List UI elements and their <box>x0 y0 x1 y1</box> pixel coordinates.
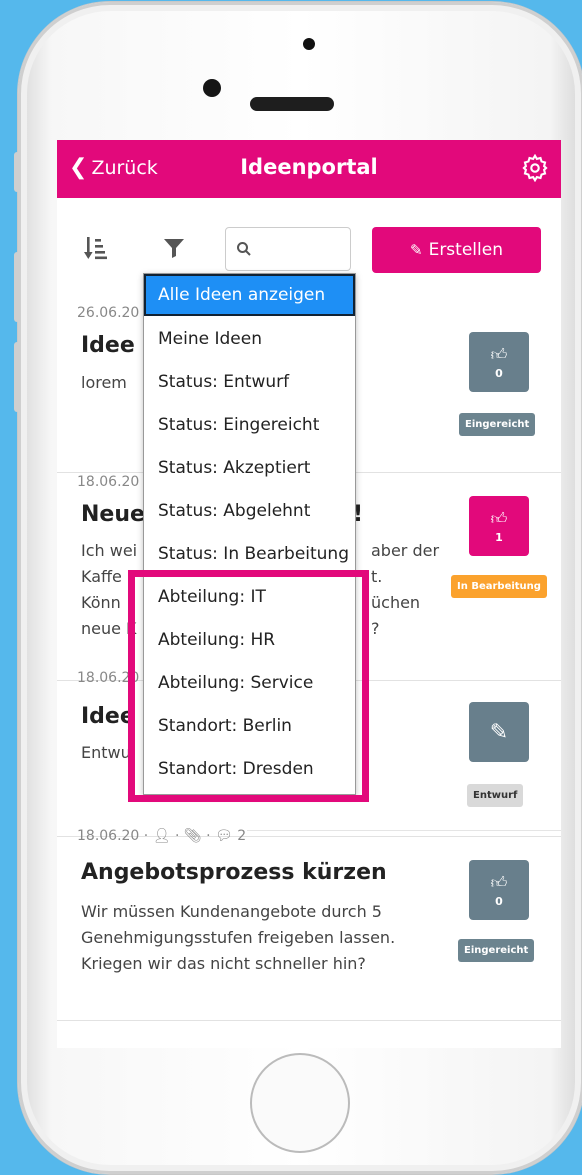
phone-side-button <box>14 252 20 322</box>
filter-option-status-submitted[interactable]: Status: Eingereicht <box>144 404 355 446</box>
filter-option-status-accepted[interactable]: Status: Akzeptiert <box>144 447 355 489</box>
like-count: 0 <box>495 366 503 380</box>
edit-icon: ✎ <box>410 241 423 259</box>
comment-count: 2 <box>237 828 247 844</box>
idea-text: Wir müssen Kundenangebote durch 5 Genehm… <box>81 902 396 973</box>
gear-icon[interactable] <box>521 154 549 182</box>
separator: · <box>174 828 184 844</box>
app-header: ❮ Zurück Ideenportal <box>57 140 561 198</box>
idea-text-part: üchen <box>371 593 421 612</box>
search-icon <box>237 242 251 256</box>
idea-text-part: ? <box>371 619 380 638</box>
create-button[interactable]: ✎ Erstellen <box>372 227 541 273</box>
filter-option-status-in-progress[interactable]: Status: In Bearbeitung <box>144 533 355 575</box>
idea-card[interactable]: 18.06.20 · 👤︎ · 📎︎ · 💬︎ 2 Angebotsprozes… <box>57 824 561 1021</box>
page-title: Ideenportal <box>240 155 378 179</box>
create-label: Erstellen <box>428 240 503 260</box>
search-input[interactable] <box>256 238 348 258</box>
idea-date: 18.06.20 <box>77 474 140 490</box>
edit-idea-button[interactable]: ✎ <box>469 702 529 762</box>
status-badge: Entwurf <box>467 784 524 807</box>
idea-date: 26.06.20 <box>77 305 140 321</box>
like-count: 0 <box>495 894 503 908</box>
thumbs-up-icon: 👍︎ <box>490 872 508 892</box>
like-button[interactable]: 👍︎ 1 <box>469 496 529 556</box>
comments-icon: 💬︎ <box>214 828 233 844</box>
like-button[interactable]: 👍︎ 0 <box>469 332 529 392</box>
filter-option-status-rejected[interactable]: Status: Abgelehnt <box>144 490 355 532</box>
separator: · <box>143 828 153 844</box>
phone-speaker <box>250 97 334 111</box>
filter-option-status-draft[interactable]: Status: Entwurf <box>144 361 355 403</box>
edit-icon: ✎ <box>489 719 509 745</box>
status-badge: In Bearbeitung <box>451 575 547 598</box>
status-badge: Eingereicht <box>458 939 535 962</box>
divider <box>247 830 561 831</box>
sort-icon[interactable] <box>84 235 110 261</box>
filter-icon[interactable] <box>163 237 185 259</box>
filter-option-mine[interactable]: Meine Ideen <box>144 318 355 360</box>
phone-camera <box>303 38 315 50</box>
idea-meta: 18.06.20 · 👤︎ · 📎︎ · 💬︎ 2 <box>77 828 246 844</box>
idea-title: Neue <box>81 502 145 527</box>
thumbs-up-icon: 👍︎ <box>490 344 508 364</box>
thumbs-up-icon: 👍︎ <box>490 508 508 528</box>
highlight-frame <box>128 570 369 802</box>
phone-side-button <box>14 342 20 412</box>
separator: · <box>206 828 215 844</box>
idea-text-part: Ich wei <box>81 541 138 560</box>
filter-option-all[interactable]: Alle Ideen anzeigen <box>144 274 355 316</box>
idea-text-part: Könn <box>81 593 121 612</box>
like-button[interactable]: 👍︎ 0 <box>469 860 529 920</box>
idea-text-part: Kaffe <box>81 567 122 586</box>
user-icon: 👤︎ <box>152 828 171 844</box>
phone-front-camera <box>203 79 221 97</box>
like-count: 1 <box>495 530 503 544</box>
idea-text-part: aber der <box>371 541 440 560</box>
search-field[interactable] <box>225 227 351 271</box>
idea-text-part: t. <box>371 567 383 586</box>
status-badge: Eingereicht <box>459 413 536 436</box>
idea-date: 18.06.20 <box>77 828 140 844</box>
paperclip-icon: 📎︎ <box>183 828 202 844</box>
idea-title: Idee <box>81 704 135 729</box>
idea-title: Angebotsprozess kürzen <box>81 860 387 885</box>
phone-side-button <box>14 152 20 192</box>
home-button[interactable] <box>250 1053 350 1153</box>
